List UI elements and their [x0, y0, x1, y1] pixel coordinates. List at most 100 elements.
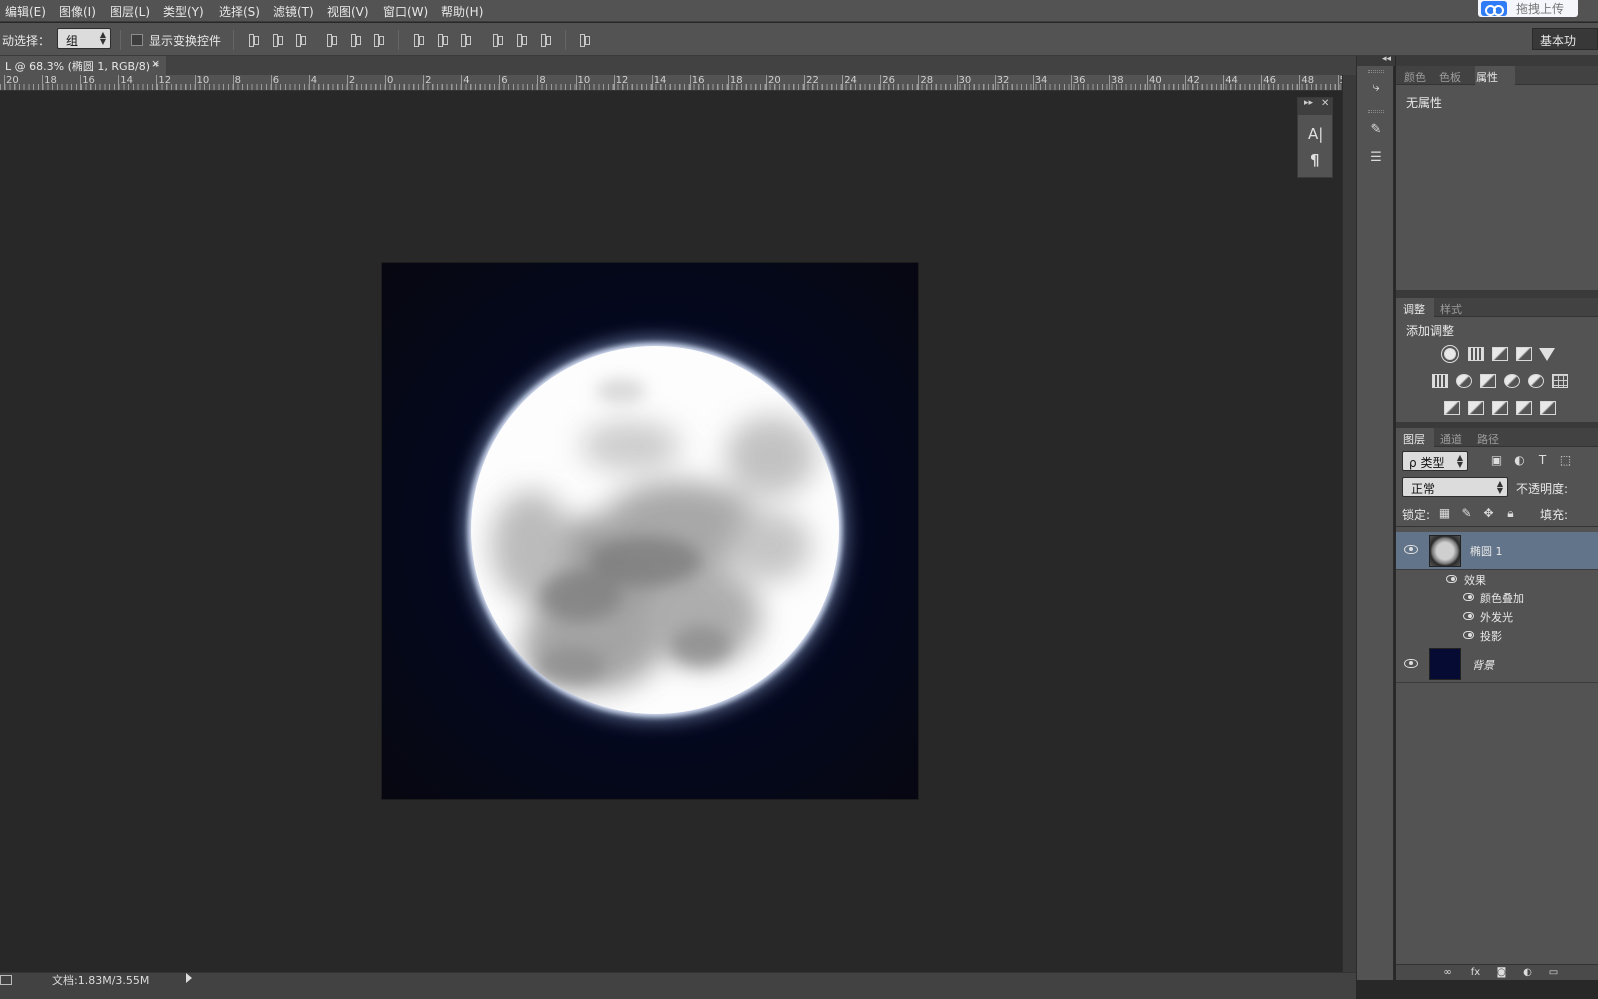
filter-pixel-icon[interactable]: ▣ — [1490, 454, 1503, 467]
visibility-eye-icon[interactable] — [1463, 593, 1474, 601]
menu-edit[interactable]: 编辑(E) — [5, 3, 46, 20]
auto-select-label: 动选择： — [2, 34, 51, 48]
menu-view[interactable]: 视图(V) — [327, 3, 369, 20]
document-tab[interactable]: L @ 68.3% (椭圆 1, RGB/8) * — [0, 56, 166, 75]
dock-grip[interactable] — [1368, 110, 1384, 113]
menu-image[interactable]: 图像(I) — [59, 3, 96, 20]
layer-row[interactable]: 椭圆 1 — [1396, 532, 1598, 570]
vibrance-icon[interactable] — [1539, 348, 1555, 361]
gradient-map-icon[interactable] — [1540, 401, 1556, 415]
visibility-eye-icon[interactable] — [1404, 545, 1418, 554]
align-horizontal-center-icon[interactable] — [348, 33, 362, 47]
effect-row[interactable]: 外发光 — [1426, 608, 1598, 626]
align-vertical-center-icon[interactable] — [270, 33, 284, 47]
layer-name[interactable]: 背景 — [1472, 657, 1494, 673]
channel-mixer-icon[interactable] — [1528, 374, 1544, 388]
distribute-horizontal-center-icon[interactable] — [514, 33, 528, 47]
lock-position-icon[interactable]: ✥ — [1482, 507, 1495, 520]
add-style-icon[interactable]: fx — [1470, 967, 1481, 978]
export-icon[interactable] — [0, 975, 12, 985]
hue-saturation-icon[interactable] — [1432, 374, 1448, 388]
align-right-icon[interactable] — [371, 33, 385, 47]
threshold-icon[interactable] — [1492, 401, 1508, 415]
menu-select[interactable]: 选择(S) — [219, 3, 260, 20]
blend-mode-dropdown[interactable]: 正常 ▲ ▼ — [1402, 477, 1508, 497]
auto-select-dropdown[interactable]: 组 ▲ ▼ — [57, 28, 111, 49]
color-lookup-icon[interactable] — [1552, 374, 1568, 388]
close-tab-icon[interactable]: × — [151, 57, 160, 70]
distribute-left-icon[interactable] — [490, 33, 504, 47]
tab-styles[interactable]: 样式 — [1440, 301, 1462, 317]
distribute-vertical-center-icon[interactable] — [435, 33, 449, 47]
character-icon[interactable]: A| — [1308, 125, 1323, 143]
curves-icon[interactable] — [1492, 347, 1508, 361]
tab-adjustments[interactable]: 调整 — [1403, 301, 1425, 317]
lock-transparent-icon[interactable]: ▦ — [1438, 507, 1451, 520]
tab-properties[interactable]: 属性 — [1476, 69, 1498, 85]
brush-presets-icon[interactable]: ✎ — [1368, 122, 1384, 138]
expand-panel-icon[interactable]: ▸▸ — [1304, 98, 1313, 108]
effects-row[interactable]: 效果 — [1426, 571, 1598, 589]
history-icon[interactable]: ⤷ — [1368, 80, 1384, 96]
lock-image-icon[interactable]: ✎ — [1460, 507, 1473, 520]
invert-icon[interactable] — [1444, 401, 1460, 415]
layer-row[interactable]: 背景 — [1396, 645, 1598, 683]
distribute-right-icon[interactable] — [538, 33, 552, 47]
brightness-contrast-icon[interactable] — [1444, 348, 1456, 360]
menu-layer[interactable]: 图层(L) — [110, 3, 150, 20]
filter-shape-icon[interactable]: ⬚ — [1559, 454, 1572, 467]
tab-paths[interactable]: 路径 — [1477, 431, 1499, 447]
layer-name[interactable]: 椭圆 1 — [1470, 543, 1503, 559]
distribute-top-icon[interactable] — [411, 33, 425, 47]
selective-color-icon[interactable] — [1516, 401, 1532, 415]
levels-icon[interactable] — [1468, 347, 1484, 361]
canvas-area[interactable] — [0, 92, 1342, 972]
tab-color[interactable]: 颜色 — [1404, 69, 1426, 85]
filter-type-icon[interactable]: T — [1536, 454, 1549, 467]
photo-filter-icon[interactable] — [1504, 374, 1520, 388]
tab-swatches[interactable]: 色板 — [1439, 69, 1461, 85]
distribute-bottom-icon[interactable] — [458, 33, 472, 47]
menu-window[interactable]: 窗口(W) — [383, 3, 428, 20]
vertical-scrollbar[interactable] — [1342, 75, 1356, 972]
exposure-icon[interactable] — [1516, 347, 1532, 361]
add-mask-icon[interactable]: ◙ — [1496, 967, 1507, 978]
moon-ellipse-layer[interactable] — [471, 346, 839, 714]
new-group-icon[interactable]: ▭ — [1548, 967, 1559, 978]
visibility-eye-icon[interactable] — [1463, 612, 1474, 620]
layer-filter-dropdown[interactable]: ρ 类型 ▲ ▼ — [1402, 451, 1468, 471]
align-top-icon[interactable] — [246, 33, 260, 47]
close-panel-icon[interactable]: ✕ — [1321, 98, 1329, 109]
filter-adjustment-icon[interactable]: ◐ — [1513, 454, 1526, 467]
status-menu-arrow-icon[interactable] — [186, 973, 192, 983]
new-adjustment-icon[interactable]: ◐ — [1522, 967, 1533, 978]
effect-row[interactable]: 颜色叠加 — [1426, 589, 1598, 607]
auto-align-layers-icon[interactable] — [577, 33, 591, 47]
horizontal-ruler[interactable]: 20 18 16 14 12 10 8 6 4 2 0 2 4 6 8 10 12 14 16 18 20 22 24 26 2… — [0, 75, 1342, 91]
menu-type[interactable]: 类型(Y) — [163, 3, 204, 20]
tab-channels[interactable]: 通道 — [1440, 431, 1462, 447]
collapse-dock-icon[interactable]: ◂◂ — [1382, 54, 1391, 64]
tab-layers[interactable]: 图层 — [1403, 431, 1425, 447]
align-left-icon[interactable] — [324, 33, 338, 47]
lock-all-icon[interactable]: 🔒︎ — [1504, 507, 1517, 520]
show-transform-checkbox[interactable] — [131, 34, 143, 46]
tool-presets-icon[interactable]: ☰ — [1368, 150, 1384, 166]
dock-grip[interactable] — [1368, 70, 1384, 73]
drag-upload-button[interactable]: 拖拽上传 — [1478, 0, 1578, 17]
document-canvas[interactable] — [382, 263, 918, 799]
align-bottom-icon[interactable] — [293, 33, 307, 47]
link-layers-icon[interactable]: ∞ — [1442, 967, 1453, 978]
black-white-icon[interactable] — [1480, 374, 1496, 388]
visibility-eye-icon[interactable] — [1446, 575, 1457, 583]
effect-row[interactable]: 投影 — [1426, 627, 1598, 645]
menu-filter[interactable]: 滤镜(T) — [273, 3, 314, 20]
color-balance-icon[interactable] — [1456, 374, 1472, 388]
posterize-icon[interactable] — [1468, 401, 1484, 415]
ruler-label: 2 — [425, 75, 432, 86]
menu-help[interactable]: 帮助(H) — [441, 3, 483, 20]
workspace-switcher[interactable]: 基本功 — [1532, 28, 1598, 50]
visibility-eye-icon[interactable] — [1404, 659, 1418, 668]
paragraph-icon[interactable]: ¶ — [1310, 151, 1320, 169]
visibility-eye-icon[interactable] — [1463, 631, 1474, 639]
